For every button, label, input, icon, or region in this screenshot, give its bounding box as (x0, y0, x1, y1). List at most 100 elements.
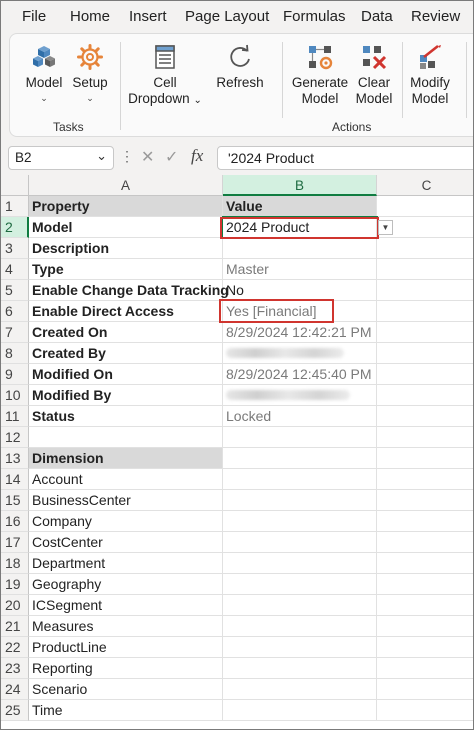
cell-b3[interactable] (223, 238, 377, 259)
row-header[interactable]: 12 (1, 427, 29, 448)
cell-c3[interactable] (377, 238, 473, 259)
cell-a11[interactable]: Status (29, 406, 223, 427)
cell-a12[interactable] (29, 427, 223, 448)
enter-check-icon[interactable]: ✓ (165, 147, 178, 167)
row-header[interactable]: 3 (1, 238, 29, 259)
row-header[interactable]: 7 (1, 322, 29, 343)
cell-a15[interactable]: BusinessCenter (29, 490, 223, 511)
menu-data[interactable]: Data (361, 8, 393, 25)
cell-a14[interactable]: Account (29, 469, 223, 490)
cell-a21[interactable]: Measures (29, 616, 223, 637)
row-header[interactable]: 8 (1, 343, 29, 364)
cell-c16[interactable] (377, 511, 473, 532)
menu-insert[interactable]: Insert (129, 8, 167, 25)
row-header[interactable]: 21 (1, 616, 29, 637)
row-header[interactable]: 23 (1, 658, 29, 679)
cell-a7[interactable]: Created On (29, 322, 223, 343)
cell-a1[interactable]: Property (29, 196, 223, 217)
column-header-c[interactable]: C (377, 175, 473, 196)
cell-a20[interactable]: ICSegment (29, 595, 223, 616)
cell-c6[interactable] (377, 301, 473, 322)
cell-b10[interactable] (223, 385, 377, 406)
row-header[interactable]: 10 (1, 385, 29, 406)
cell-c11[interactable] (377, 406, 473, 427)
select-all-corner[interactable] (1, 175, 29, 196)
insert-function-icon[interactable]: fx (191, 146, 203, 166)
row-header[interactable]: 2 (1, 217, 29, 238)
cell-a4[interactable]: Type (29, 259, 223, 280)
cell-b14[interactable] (223, 469, 377, 490)
cell-a19[interactable]: Geography (29, 574, 223, 595)
setup-button[interactable]: Setup ⌄ (70, 43, 110, 103)
cell-a10[interactable]: Modified By (29, 385, 223, 406)
menu-file[interactable]: File (22, 8, 46, 25)
row-header[interactable]: 5 (1, 280, 29, 301)
row-header[interactable]: 15 (1, 490, 29, 511)
row-header[interactable]: 9 (1, 364, 29, 385)
cell-c7[interactable] (377, 322, 473, 343)
cancel-icon[interactable]: ✕ (141, 147, 154, 167)
cell-c15[interactable] (377, 490, 473, 511)
name-box[interactable]: B2 ⌄ (8, 146, 114, 170)
cell-a6[interactable]: Enable Direct Access (29, 301, 223, 322)
cell-c24[interactable] (377, 679, 473, 700)
cell-c12[interactable] (377, 427, 473, 448)
cell-dropdown-arrow-icon[interactable]: ▼ (378, 220, 393, 235)
cell-b17[interactable] (223, 532, 377, 553)
cell-a17[interactable]: CostCenter (29, 532, 223, 553)
row-header[interactable]: 25 (1, 700, 29, 721)
cell-dropdown-button[interactable]: Cell Dropdown ⌄ (126, 43, 204, 109)
clear-model-button[interactable]: Clear Model (352, 43, 396, 107)
row-header[interactable]: 20 (1, 595, 29, 616)
cell-a3[interactable]: Description (29, 238, 223, 259)
cell-b9[interactable]: 8/29/2024 12:45:40 PM (223, 364, 377, 385)
model-button[interactable]: Model ⌄ (24, 43, 64, 103)
cell-c21[interactable] (377, 616, 473, 637)
cell-a23[interactable]: Reporting (29, 658, 223, 679)
cell-b4[interactable]: Master (223, 259, 377, 280)
cell-c25[interactable] (377, 700, 473, 721)
formula-input[interactable]: '2024 Product (217, 146, 473, 170)
cell-c5[interactable] (377, 280, 473, 301)
chevron-down-icon[interactable]: ⌄ (96, 148, 107, 164)
cell-b18[interactable] (223, 553, 377, 574)
cell-c22[interactable] (377, 637, 473, 658)
row-header[interactable]: 13 (1, 448, 29, 469)
menu-review[interactable]: Review (411, 8, 460, 25)
cell-b13[interactable] (223, 448, 377, 469)
cell-a8[interactable]: Created By (29, 343, 223, 364)
cell-a22[interactable]: ProductLine (29, 637, 223, 658)
cell-b22[interactable] (223, 637, 377, 658)
cell-c1[interactable] (377, 196, 473, 217)
cell-c9[interactable] (377, 364, 473, 385)
column-header-a[interactable]: A (29, 175, 223, 196)
cell-b12[interactable] (223, 427, 377, 448)
row-header[interactable]: 14 (1, 469, 29, 490)
cell-c10[interactable] (377, 385, 473, 406)
cell-b16[interactable] (223, 511, 377, 532)
cell-c14[interactable] (377, 469, 473, 490)
row-header[interactable]: 18 (1, 553, 29, 574)
cell-b5[interactable]: No (223, 280, 377, 301)
row-header[interactable]: 22 (1, 637, 29, 658)
more-options-icon[interactable]: ⋮ (120, 148, 134, 165)
cell-c17[interactable] (377, 532, 473, 553)
row-header[interactable]: 4 (1, 259, 29, 280)
modify-model-button[interactable]: Modify Model (406, 43, 454, 107)
cell-b15[interactable] (223, 490, 377, 511)
cell-b20[interactable] (223, 595, 377, 616)
cell-b23[interactable] (223, 658, 377, 679)
row-header[interactable]: 17 (1, 532, 29, 553)
menu-home[interactable]: Home (70, 8, 110, 25)
cell-a24[interactable]: Scenario (29, 679, 223, 700)
cell-c18[interactable] (377, 553, 473, 574)
cell-b24[interactable] (223, 679, 377, 700)
cell-c20[interactable] (377, 595, 473, 616)
row-header[interactable]: 24 (1, 679, 29, 700)
row-header[interactable]: 19 (1, 574, 29, 595)
column-header-b[interactable]: B (223, 175, 377, 196)
menu-formulas[interactable]: Formulas (283, 8, 346, 25)
cell-b8[interactable] (223, 343, 377, 364)
row-header[interactable]: 11 (1, 406, 29, 427)
menu-page-layout[interactable]: Page Layout (185, 8, 269, 25)
